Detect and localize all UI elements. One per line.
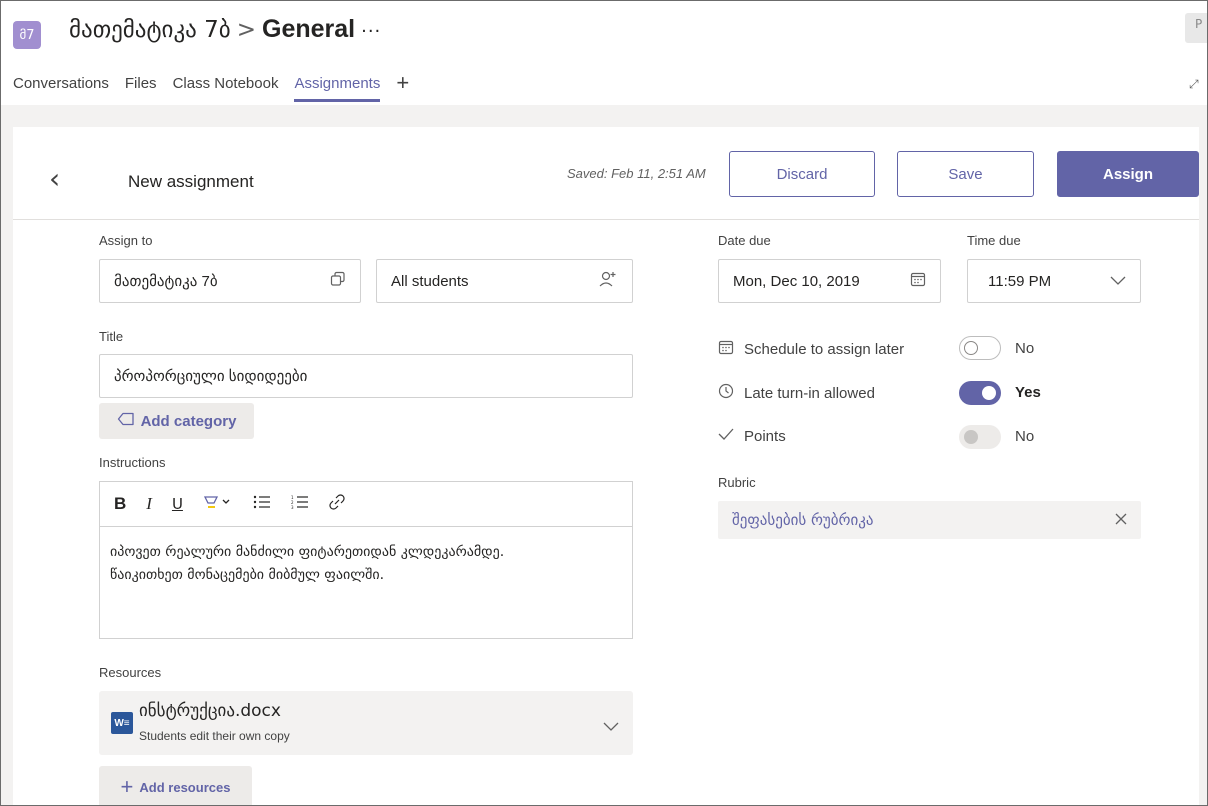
clock-icon — [718, 383, 734, 403]
instructions-label: Instructions — [99, 455, 166, 470]
date-due-value: Mon, Dec 10, 2019 — [733, 272, 860, 290]
time-due-value: 11:59 PM — [988, 272, 1052, 290]
page-title: New assignment — [128, 172, 254, 191]
add-category-button[interactable]: Add category — [99, 403, 254, 439]
schedule-toggle[interactable] — [959, 336, 1001, 360]
title-label: Title — [99, 329, 124, 344]
students-picker[interactable]: All students — [376, 259, 633, 303]
more-options-icon[interactable]: ··· — [361, 21, 381, 42]
channel-name[interactable]: General — [262, 15, 355, 43]
schedule-value: No — [1015, 340, 1035, 357]
calendar-icon — [718, 339, 734, 359]
breadcrumb-separator: > — [236, 17, 256, 43]
resources-label: Resources — [99, 665, 162, 680]
back-chevron-icon[interactable]: ‹ — [49, 165, 60, 193]
right-gutter — [1199, 127, 1207, 805]
resource-filename[interactable]: ინსტრუქცია.docx — [139, 701, 281, 721]
team-name[interactable]: მათემატიკა 7ბ — [69, 17, 231, 43]
schedule-label: Schedule to assign later — [744, 340, 905, 358]
resource-item[interactable]: W≡ ინსტრუქცია.docx Students edit their o… — [99, 691, 633, 755]
chevron-down-icon[interactable] — [603, 717, 619, 736]
late-turn-in-value: Yes — [1015, 384, 1041, 401]
add-category-label: Add category — [140, 412, 237, 430]
tag-icon — [117, 412, 135, 430]
students-value: All students — [391, 272, 469, 290]
resource-permission: Students edit their own copy — [139, 729, 290, 743]
title-input[interactable]: პროპორციული სიდიდეები — [99, 354, 633, 398]
breadcrumb: მათემატიკა 7ბ > General ··· — [69, 15, 381, 44]
discard-button[interactable]: Discard — [729, 151, 875, 197]
add-tab-icon[interactable]: + — [396, 72, 409, 102]
points-toggle[interactable] — [959, 425, 1001, 449]
saved-status: Saved: Feb 11, 2:51 AM — [567, 166, 706, 181]
tab-conversations[interactable]: Conversations — [13, 75, 109, 102]
italic-button[interactable]: I — [146, 494, 152, 514]
save-button[interactable]: Save — [897, 151, 1034, 197]
plus-icon: + — [120, 774, 134, 799]
expand-icon[interactable]: ⤢ — [1189, 77, 1199, 92]
title-value: პროპორციული სიდიდეები — [114, 368, 308, 385]
copy-icon — [330, 271, 346, 292]
numbered-list-icon[interactable]: 123 — [291, 494, 309, 514]
tab-assignments[interactable]: Assignments — [294, 75, 381, 102]
rubric-field[interactable]: შეფასების რუბრიკა — [718, 501, 1141, 539]
late-turn-in-option: Late turn-in allowed — [718, 383, 875, 403]
instructions-editor[interactable]: B I U 123 იპოვეთ რეალური მანძილი ფიტარეთ… — [99, 481, 633, 639]
instructions-line-1: იპოვეთ რეალური მანძილი ფიტარეთიდან კლდეკ… — [110, 544, 505, 560]
late-turn-in-toggle[interactable] — [959, 381, 1001, 405]
editor-toolbar: B I U 123 — [100, 482, 632, 527]
time-due-select[interactable]: 11:59 PM — [967, 259, 1141, 303]
date-due-picker[interactable]: Mon, Dec 10, 2019 — [718, 259, 941, 303]
tab-class-notebook[interactable]: Class Notebook — [173, 75, 279, 102]
add-person-icon — [598, 270, 618, 293]
points-value: No — [1015, 428, 1035, 445]
close-icon[interactable] — [1115, 511, 1127, 529]
assign-to-label: Assign to — [99, 233, 153, 248]
date-due-label: Date due — [718, 233, 771, 248]
late-turn-in-label: Late turn-in allowed — [744, 384, 875, 402]
calendar-icon — [910, 271, 926, 291]
team-avatar[interactable]: მ7 — [13, 21, 41, 49]
add-resources-button[interactable]: + Add resources — [99, 766, 252, 805]
add-resources-label: Add resources — [139, 779, 231, 795]
points-option: Points — [718, 427, 786, 445]
points-label: Points — [744, 427, 786, 445]
highlight-icon[interactable] — [203, 494, 233, 515]
profile-chip[interactable]: P — [1185, 13, 1207, 43]
class-picker[interactable]: მათემატიკა 7ბ — [99, 259, 361, 303]
rubric-value[interactable]: შეფასების რუბრიკა — [732, 511, 1115, 529]
time-due-label: Time due — [967, 233, 1021, 248]
schedule-option: Schedule to assign later — [718, 339, 904, 359]
svg-text:3: 3 — [291, 505, 294, 509]
teams-window: მ7 მათემატიკა 7ბ > General ··· P ⤢ Conversa… — [0, 0, 1208, 806]
rubric-label: Rubric — [718, 475, 756, 490]
tab-files[interactable]: Files — [125, 75, 157, 102]
bold-button[interactable]: B — [114, 494, 126, 514]
class-value: მათემატიკა 7ბ — [114, 273, 218, 290]
left-gutter — [1, 127, 13, 805]
instructions-text[interactable]: იპოვეთ რეალური მანძილი ფიტარეთიდან კლდეკ… — [100, 527, 632, 601]
word-file-icon: W≡ — [111, 712, 133, 734]
checkmark-icon — [718, 427, 734, 445]
chevron-down-icon — [1110, 273, 1126, 290]
channel-tabs: Conversations Files Class Notebook Assig… — [13, 72, 409, 102]
content-band — [1, 105, 1207, 127]
instructions-line-2: წაიკითხეთ მონაცემები მიბმულ ფაილში. — [110, 567, 385, 583]
bullet-list-icon[interactable] — [253, 494, 271, 514]
link-icon[interactable] — [329, 493, 345, 515]
assign-button[interactable]: Assign — [1057, 151, 1199, 197]
underline-button[interactable]: U — [172, 495, 183, 513]
